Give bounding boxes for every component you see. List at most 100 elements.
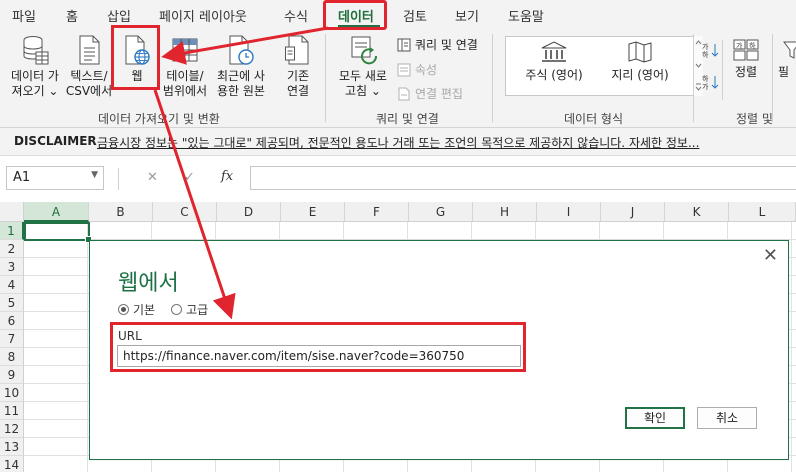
column-header[interactable]: G: [409, 202, 473, 222]
refresh-all-button[interactable]: 모두 새로 고침 ⌄: [332, 34, 394, 99]
column-header[interactable]: B: [89, 202, 153, 222]
recent-file-clock-icon: [229, 35, 254, 65]
row-header[interactable]: 7: [0, 330, 24, 348]
group-label-queries: 쿼리 및 연결: [376, 112, 439, 126]
mode-radio-group: 기본 고급: [118, 301, 208, 318]
close-icon[interactable]: ✕: [763, 245, 778, 266]
column-header[interactable]: C: [153, 202, 217, 222]
column-header[interactable]: H: [473, 202, 537, 222]
existing-label-line1: 기존: [286, 69, 310, 83]
column-header[interactable]: E: [281, 202, 345, 222]
sort-za-button[interactable]: 하 가: [701, 74, 719, 90]
svg-text:가: 가: [702, 42, 709, 51]
sort-button[interactable]: 가 하 정렬: [726, 38, 766, 80]
sort-az-button[interactable]: 가 하: [701, 42, 719, 58]
row-header[interactable]: 4: [0, 276, 24, 294]
tab-view[interactable]: 보기: [455, 6, 479, 25]
get-data-button[interactable]: 데이터 가 져오기 ⌄: [6, 34, 64, 99]
column-header[interactable]: K: [665, 202, 729, 222]
name-box-value: A1: [13, 170, 31, 185]
row-header[interactable]: 6: [0, 312, 24, 330]
edit-links-button[interactable]: 연결 편집: [397, 85, 463, 102]
filter-label: 필: [778, 65, 790, 79]
queries-connections-button[interactable]: 쿼리 및 연결: [397, 36, 478, 53]
tab-formulas[interactable]: 수식: [284, 6, 308, 25]
radio-basic[interactable]: 기본: [118, 301, 155, 318]
row-header[interactable]: 1: [0, 222, 24, 240]
filter-funnel-icon: [783, 41, 796, 59]
geography-data-type-button[interactable]: 지리 (영어): [597, 40, 683, 83]
tab-help[interactable]: 도움말: [508, 6, 544, 25]
row-header[interactable]: 11: [0, 402, 24, 420]
highlight-web-button: [111, 25, 160, 90]
properties-icon: [397, 63, 411, 76]
ok-button[interactable]: 확인: [625, 407, 685, 429]
radio-basic-label: 기본: [133, 303, 156, 317]
sort-descending-icon: 하 가: [702, 74, 719, 90]
queries-panel-icon: [397, 38, 411, 51]
from-table-range-button[interactable]: 테이블/ 범위에서: [160, 34, 210, 99]
row-header[interactable]: 5: [0, 294, 24, 312]
disclaimer-link[interactable]: 금융시장 정보는 "있는 그대로" 제공되며, 전문적인 용도나 거래 또는 조…: [97, 134, 699, 151]
name-box[interactable]: A1 ▼: [6, 166, 104, 190]
svg-text:가: 가: [702, 82, 709, 90]
chevron-down-icon[interactable]: ▼: [91, 170, 98, 180]
get-data-label-line2: 져오기 ⌄: [11, 84, 59, 98]
active-cell-a1[interactable]: [24, 222, 92, 243]
radio-advanced[interactable]: 고급: [171, 301, 208, 318]
tab-insert[interactable]: 삽입: [107, 6, 131, 25]
select-all-corner[interactable]: [0, 202, 24, 222]
highlight-data-tab: [323, 0, 387, 30]
row-header[interactable]: 14: [0, 456, 24, 472]
recent-sources-button[interactable]: 최근에 사 용한 원본: [210, 34, 272, 99]
column-header[interactable]: A: [24, 202, 89, 222]
bank-building-icon: [541, 41, 567, 62]
existing-connection-file-icon: [285, 35, 309, 65]
stocks-data-type-button[interactable]: 주식 (영어): [513, 40, 595, 83]
radio-advanced-label: 고급: [186, 303, 209, 317]
column-header[interactable]: I: [537, 202, 601, 222]
svg-text:가: 가: [736, 41, 743, 50]
radio-unselected-icon[interactable]: [171, 304, 183, 315]
confirm-edit-icon[interactable]: ✓: [184, 170, 195, 185]
formula-bar-separator: [118, 168, 119, 190]
text-csv-label-line2: CSV에서: [65, 84, 113, 98]
existing-connections-button[interactable]: 기존 연결: [276, 34, 320, 99]
group-separator: [772, 34, 773, 122]
filter-button[interactable]: 필: [778, 38, 796, 80]
tab-file[interactable]: 파일: [12, 6, 36, 25]
insert-function-icon[interactable]: fx: [221, 169, 233, 184]
tab-home[interactable]: 홈: [66, 6, 78, 25]
row-header[interactable]: 9: [0, 366, 24, 384]
column-header[interactable]: D: [217, 202, 281, 222]
group-label-sort-filter: 정렬 및: [736, 112, 773, 126]
row-header[interactable]: 13: [0, 438, 24, 456]
tab-page-layout[interactable]: 페이지 레이아웃: [159, 6, 247, 25]
highlight-url-field: [110, 322, 526, 372]
map-icon: [628, 41, 652, 63]
row-header[interactable]: 10: [0, 384, 24, 402]
radio-selected-icon[interactable]: [118, 304, 129, 315]
queries-connections-label: 쿼리 및 연결: [415, 38, 478, 52]
tab-review[interactable]: 검토: [403, 6, 427, 25]
refresh-icon: [351, 36, 378, 65]
row-header[interactable]: 12: [0, 420, 24, 438]
cancel-button[interactable]: 취소: [697, 407, 757, 429]
existing-label-line2: 연결: [286, 84, 310, 98]
group-label-data-types: 데이터 형식: [564, 112, 624, 126]
group-separator: [722, 40, 723, 100]
cancel-edit-icon[interactable]: ✕: [147, 170, 158, 185]
text-csv-label-line1: 텍스트/: [70, 69, 108, 83]
column-header[interactable]: L: [729, 202, 796, 222]
row-header[interactable]: 2: [0, 240, 24, 258]
formula-input[interactable]: [250, 166, 796, 190]
column-header[interactable]: F: [345, 202, 409, 222]
row-header[interactable]: 8: [0, 348, 24, 366]
svg-text:하: 하: [702, 50, 709, 58]
row-header[interactable]: 3: [0, 258, 24, 276]
properties-button[interactable]: 속성: [397, 61, 437, 78]
group-label-get-transform: 데이터 가져오기 및 변환: [98, 112, 220, 126]
database-icon: [23, 36, 49, 65]
from-text-csv-button[interactable]: 텍스트/ CSV에서: [63, 34, 115, 99]
column-header[interactable]: J: [601, 202, 665, 222]
